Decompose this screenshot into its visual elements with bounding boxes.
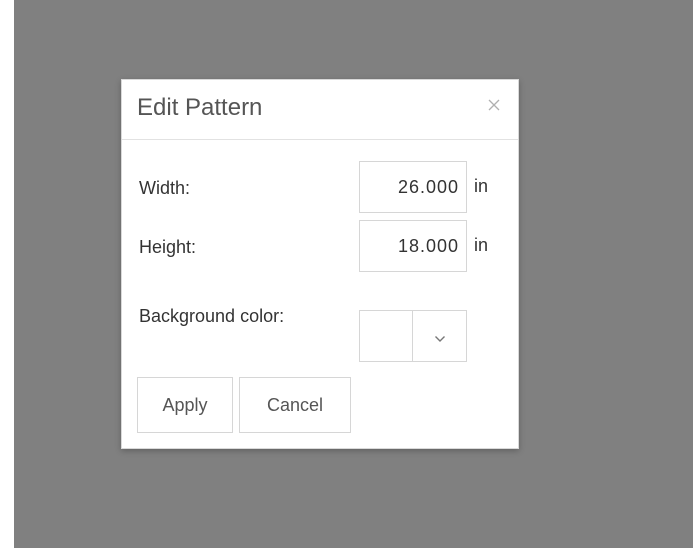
dialog-title: Edit Pattern — [137, 94, 263, 121]
color-swatch[interactable] — [360, 311, 413, 361]
background-color-label: Background color: — [139, 306, 285, 326]
height-label: Height: — [139, 237, 197, 257]
edit-pattern-dialog: Edit Pattern Width: in Height: in Backgr… — [121, 79, 519, 449]
cancel-button[interactable]: Cancel — [239, 377, 351, 433]
background-color-picker[interactable] — [359, 310, 467, 362]
apply-button[interactable]: Apply — [137, 377, 233, 433]
close-icon[interactable] — [487, 98, 501, 112]
dialog-header: Edit Pattern — [122, 80, 518, 140]
chevron-down-icon[interactable] — [434, 331, 446, 342]
height-unit-label: in — [474, 235, 489, 255]
width-field[interactable] — [359, 161, 467, 213]
width-label: Width: — [139, 178, 191, 198]
width-unit-label: in — [474, 176, 489, 196]
height-field[interactable] — [359, 220, 467, 272]
